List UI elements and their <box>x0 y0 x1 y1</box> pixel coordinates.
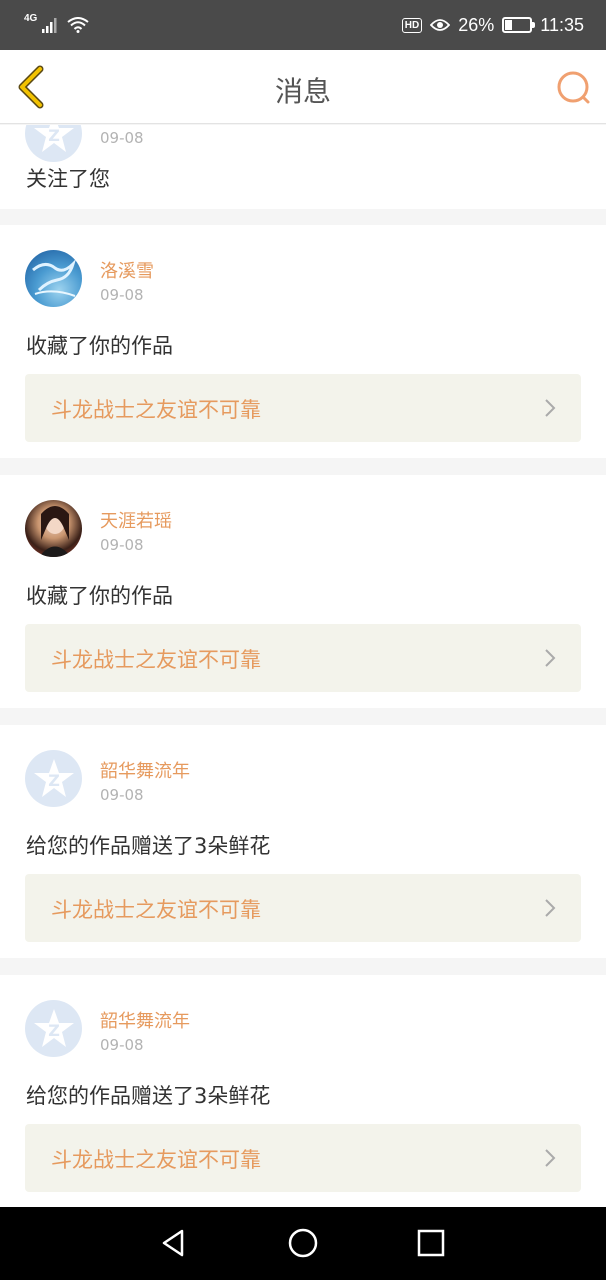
avatar[interactable] <box>25 250 82 307</box>
default-avatar-icon: Z <box>33 758 74 797</box>
message-card: 天涯若瑶 09-08 收藏了你的作品 斗龙战士之友谊不可靠 <box>0 475 606 708</box>
back-triangle-icon[interactable] <box>158 1227 190 1259</box>
avatar[interactable]: Z <box>25 125 82 162</box>
work-link[interactable]: 斗龙战士之友谊不可靠 <box>25 874 581 942</box>
message-username[interactable]: 天涯若瑶 <box>100 507 172 533</box>
hd-badge: HD <box>401 17 423 33</box>
eye-icon <box>430 19 451 31</box>
status-bar: 4G HD 26% 11:35 <box>0 0 606 50</box>
wifi-icon <box>67 17 89 33</box>
svg-text:Z: Z <box>48 771 60 790</box>
dragon-avatar-image <box>32 258 77 297</box>
network-type: 4G <box>24 12 38 24</box>
message-date: 09-08 <box>100 536 144 554</box>
chevron-right-icon <box>545 649 556 667</box>
message-action: 关注了您 <box>26 167 110 191</box>
search-icon <box>557 71 590 104</box>
avatar[interactable] <box>25 500 82 557</box>
work-link[interactable]: 斗龙战士之友谊不可靠 <box>25 624 581 692</box>
default-avatar-icon: Z <box>33 125 74 152</box>
message-action: 给您的作品赠送了3朵鲜花 <box>26 1084 271 1108</box>
work-title: 斗龙战士之友谊不可靠 <box>51 1148 261 1172</box>
message-action: 收藏了你的作品 <box>26 584 173 608</box>
svg-text:Z: Z <box>48 1021 60 1040</box>
default-avatar-icon: Z <box>33 1008 74 1047</box>
work-title: 斗龙战士之友谊不可靠 <box>51 898 261 922</box>
battery-level <box>505 20 513 30</box>
signal-icon <box>42 18 57 33</box>
message-date: 09-08 <box>100 1036 144 1054</box>
message-card: Z 09-08 关注了您 <box>0 125 606 209</box>
chevron-right-icon <box>545 1149 556 1167</box>
message-username[interactable]: 洛溪雪 <box>100 257 154 283</box>
work-title: 斗龙战士之友谊不可靠 <box>51 648 261 672</box>
message-card: Z 韶华舞流年 09-08 给您的作品赠送了3朵鲜花 斗龙战士之友谊不可靠 <box>0 725 606 958</box>
chevron-right-icon <box>545 399 556 417</box>
user-photo-avatar <box>39 506 71 557</box>
svg-text:Z: Z <box>48 126 60 145</box>
message-action: 给您的作品赠送了3朵鲜花 <box>26 834 271 858</box>
message-card: Z 韶华舞流年 09-08 给您的作品赠送了3朵鲜花 斗龙战士之友谊不可靠 <box>0 975 606 1207</box>
home-circle-icon[interactable] <box>287 1227 319 1259</box>
status-right: HD 26% 11:35 <box>401 14 584 36</box>
avatar[interactable]: Z <box>25 750 82 807</box>
battery-icon <box>502 17 536 33</box>
page-title: 消息 <box>274 75 331 108</box>
message-username[interactable]: 韶华舞流年 <box>100 1007 190 1033</box>
battery-percent: 26% <box>458 14 495 35</box>
chevron-right-icon <box>545 899 556 917</box>
status-left: 4G <box>24 13 89 33</box>
system-nav-bar <box>0 1207 606 1280</box>
clock: 11:35 <box>540 14 584 35</box>
message-list[interactable]: Z 09-08 关注了您 洛溪雪 09-08 收藏了你的作品 斗龙战士之友谊不可… <box>0 125 606 1207</box>
work-link[interactable]: 斗龙战士之友谊不可靠 <box>25 374 581 442</box>
message-card: 洛溪雪 09-08 收藏了你的作品 斗龙战士之友谊不可靠 <box>0 225 606 458</box>
work-link[interactable]: 斗龙战士之友谊不可靠 <box>25 1124 581 1192</box>
header-bar: 消息 <box>0 50 606 124</box>
message-date: 09-08 <box>100 786 144 804</box>
message-date: 09-08 <box>100 129 144 147</box>
message-action: 收藏了你的作品 <box>26 334 173 358</box>
search-button[interactable] <box>556 70 592 106</box>
message-date: 09-08 <box>100 286 144 304</box>
avatar[interactable]: Z <box>25 1000 82 1057</box>
recents-square-icon[interactable] <box>415 1227 447 1259</box>
message-username[interactable]: 韶华舞流年 <box>100 757 190 783</box>
work-title: 斗龙战士之友谊不可靠 <box>51 398 261 422</box>
